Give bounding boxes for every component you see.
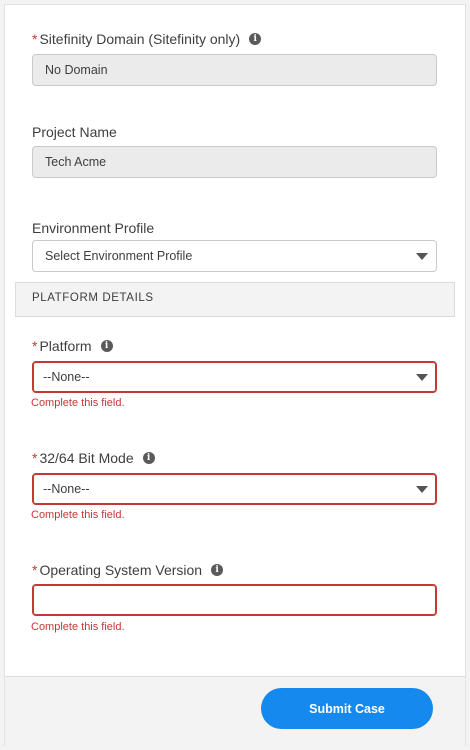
environment-profile-select[interactable]: Select Environment Profile	[32, 240, 437, 272]
required-marker: *	[32, 562, 38, 578]
info-icon[interactable]: i	[142, 452, 155, 464]
sitefinity-domain-field: No Domain	[32, 54, 437, 86]
platform-value: --None--	[43, 370, 90, 384]
platform-error: Complete this field.	[31, 397, 125, 409]
project-name-field: Tech Acme	[32, 146, 437, 178]
environment-profile-label-text: Environment Profile	[32, 220, 155, 236]
chevron-down-icon	[416, 374, 428, 381]
environment-profile-label: Environment Profile	[32, 220, 154, 236]
bit-mode-label: * 32/64 Bit Mode i	[32, 450, 155, 466]
submit-case-button[interactable]: Submit Case	[261, 688, 433, 729]
info-icon[interactable]: i	[249, 33, 262, 45]
platform-select[interactable]: --None--	[32, 361, 437, 393]
environment-profile-value: Select Environment Profile	[45, 249, 193, 263]
platform-details-section-header: PLATFORM DETAILS	[15, 282, 455, 317]
os-version-error: Complete this field.	[31, 621, 125, 633]
bit-mode-label-text: 32/64 Bit Mode	[39, 450, 134, 466]
chevron-down-icon	[416, 486, 428, 493]
project-name-label-text: Project Name	[32, 124, 117, 140]
os-version-label-text: Operating System Version	[39, 562, 203, 578]
os-version-input[interactable]	[32, 584, 437, 616]
bit-mode-value: --None--	[43, 482, 90, 496]
os-version-label: * Operating System Version i	[32, 562, 224, 578]
required-marker: *	[32, 31, 38, 47]
info-icon[interactable]: i	[100, 340, 113, 352]
bit-mode-select[interactable]: --None--	[32, 473, 437, 505]
info-icon[interactable]: i	[211, 564, 224, 576]
required-marker: *	[32, 450, 38, 466]
platform-label: * Platform i	[32, 338, 113, 354]
bit-mode-error: Complete this field.	[31, 509, 125, 521]
project-name-label: Project Name	[32, 124, 117, 140]
sitefinity-domain-label: * Sitefinity Domain (Sitefinity only) i	[32, 31, 262, 47]
platform-label-text: Platform	[39, 338, 92, 354]
sitefinity-domain-label-text: Sitefinity Domain (Sitefinity only)	[39, 31, 241, 47]
required-marker: *	[32, 338, 38, 354]
chevron-down-icon	[416, 253, 428, 260]
